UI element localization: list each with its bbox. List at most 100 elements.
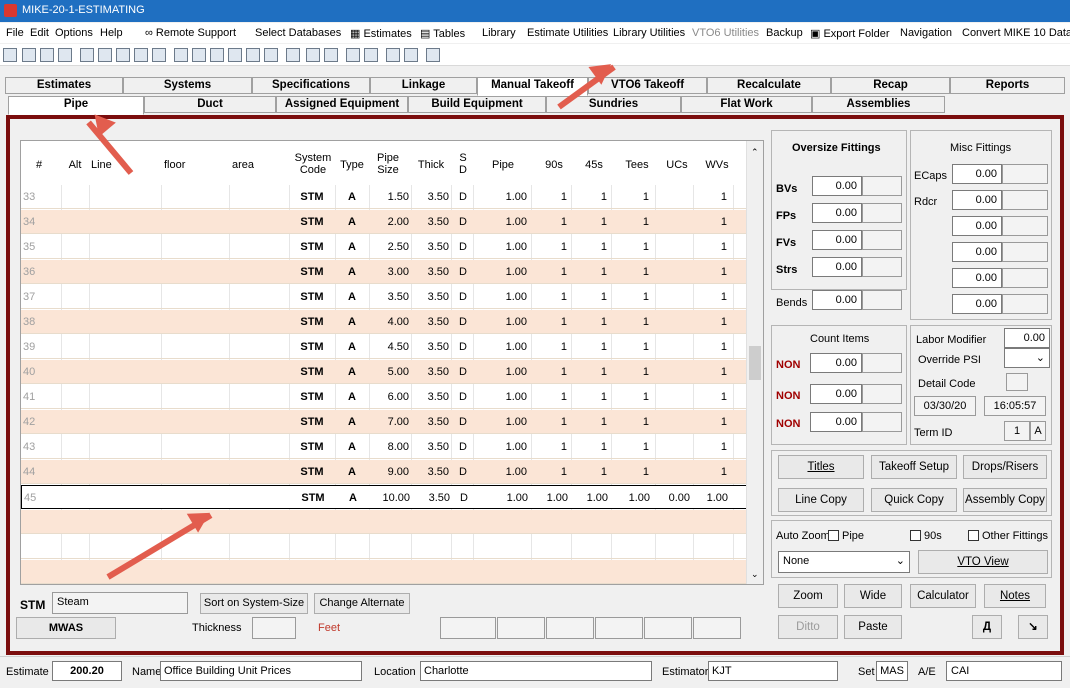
strs-field[interactable]: 0.00 <box>812 257 862 277</box>
table-row[interactable]: 34 STM A 2.00 3.50 D 1.00 1 1 1 1 <box>21 210 747 234</box>
tab-flat-work[interactable]: Flat Work <box>681 96 812 113</box>
table-row[interactable]: 41 STM A 6.00 3.50 D 1.00 1 1 1 1 <box>21 385 747 409</box>
cell-wvs[interactable]: 1 <box>693 360 727 384</box>
menu-convert-mike10[interactable]: Convert MIKE 10 Data <box>962 27 1070 39</box>
fvs-field[interactable]: 0.00 <box>812 230 862 250</box>
table-row[interactable]: 44 STM A 9.00 3.50 D 1.00 1 1 1 1 <box>21 460 747 484</box>
menu-library[interactable]: Library <box>482 27 516 39</box>
menu-export-folder[interactable]: ▣ Export Folder <box>810 27 889 40</box>
cell-sd[interactable]: D <box>455 435 471 459</box>
nav-prev-icon[interactable] <box>98 48 112 62</box>
cell-sys[interactable]: STM <box>289 385 335 409</box>
zoom-icon[interactable] <box>306 48 320 62</box>
cell-type[interactable]: A <box>335 285 369 309</box>
cell-thick[interactable]: 3.50 <box>411 310 449 334</box>
cell-tees[interactable]: 1 <box>611 260 649 284</box>
cell-sys[interactable]: STM <box>289 410 335 434</box>
cell-type[interactable]: A <box>335 210 369 234</box>
menu-options[interactable]: Options <box>55 27 93 39</box>
cell-type[interactable]: A <box>335 260 369 284</box>
cell-wvs[interactable]: 1 <box>693 285 727 309</box>
cell-n90[interactable]: 1 <box>531 285 567 309</box>
cell-sd[interactable]: D <box>455 310 471 334</box>
cell-type[interactable]: A <box>335 310 369 334</box>
cell-tees[interactable]: 1 <box>611 460 649 484</box>
menu-file[interactable]: File <box>6 27 24 39</box>
cell-type[interactable]: A <box>336 486 370 510</box>
bends-field[interactable]: 0.00 <box>812 290 862 310</box>
cell-thick[interactable]: 3.50 <box>411 460 449 484</box>
tab-reports[interactable]: Reports <box>950 77 1065 94</box>
menu-help[interactable]: Help <box>100 27 123 39</box>
set-field[interactable]: MAS <box>876 661 908 681</box>
cell-tees[interactable]: 1 <box>611 410 649 434</box>
cell-n45[interactable]: 1.00 <box>572 486 608 510</box>
cell-thick[interactable]: 3.50 <box>411 410 449 434</box>
cell-n90[interactable]: 1 <box>531 185 567 209</box>
cell-wvs[interactable]: 1 <box>693 310 727 334</box>
misc-field-6[interactable]: 0.00 <box>952 294 1002 314</box>
scroll-down-icon[interactable]: ⌄ <box>751 569 759 580</box>
tab-duct[interactable]: Duct <box>144 96 276 113</box>
cell-thick[interactable]: 3.50 <box>411 260 449 284</box>
menu-navigation[interactable]: Navigation <box>900 27 952 39</box>
zoom-button[interactable]: Zoom <box>778 584 838 608</box>
tab-pipe[interactable]: Pipe <box>8 96 144 115</box>
cell-type[interactable]: A <box>335 410 369 434</box>
titles-button[interactable]: Titles <box>778 455 864 479</box>
cell-ucs[interactable] <box>655 460 689 484</box>
cell-tees[interactable]: 1 <box>611 335 649 359</box>
table-row[interactable]: 42 STM A 7.00 3.50 D 1.00 1 1 1 1 <box>21 410 747 434</box>
cell-size[interactable]: 5.00 <box>369 360 409 384</box>
cell-pipe[interactable]: 1.00 <box>474 486 528 510</box>
cell-n45[interactable]: 1 <box>571 285 607 309</box>
cell-tees[interactable]: 1 <box>611 185 649 209</box>
cell-sd[interactable]: D <box>455 460 471 484</box>
cell-n90[interactable]: 1 <box>531 435 567 459</box>
nav-next-icon[interactable] <box>116 48 130 62</box>
cell-tees[interactable]: 1 <box>611 235 649 259</box>
wide-button[interactable]: Wide <box>844 584 902 608</box>
location-field[interactable]: Charlotte <box>420 661 652 681</box>
cell-size[interactable]: 1.50 <box>369 185 409 209</box>
cell-type[interactable]: A <box>335 435 369 459</box>
cell-sd[interactable]: D <box>455 210 471 234</box>
rdcr-field[interactable]: 0.00 <box>952 190 1002 210</box>
cell-ucs[interactable] <box>655 410 689 434</box>
copy-icon[interactable] <box>364 48 378 62</box>
cell-size[interactable]: 4.00 <box>369 310 409 334</box>
cell-size[interactable]: 6.00 <box>369 385 409 409</box>
cell-sys[interactable]: STM <box>289 210 335 234</box>
cell-size[interactable]: 9.00 <box>369 460 409 484</box>
misc-field-5[interactable]: 0.00 <box>952 268 1002 288</box>
cell-sys[interactable]: STM <box>289 285 335 309</box>
menu-edit[interactable]: Edit <box>30 27 49 39</box>
cell-thick[interactable]: 3.50 <box>411 360 449 384</box>
print-icon[interactable] <box>3 48 17 62</box>
calculator-button[interactable]: Calculator <box>910 584 976 608</box>
grid-scrollbar[interactable]: ⌃ ⌄ <box>746 141 763 584</box>
grid1-icon[interactable] <box>174 48 188 62</box>
cell-ucs[interactable] <box>655 285 689 309</box>
cell-n90[interactable]: 1 <box>531 385 567 409</box>
grid3-icon[interactable] <box>210 48 224 62</box>
assembly-copy-button[interactable]: Assembly Copy <box>963 488 1047 512</box>
cell-type[interactable]: A <box>335 460 369 484</box>
thickness-field[interactable] <box>252 617 296 639</box>
table-row[interactable]: 36 STM A 3.00 3.50 D 1.00 1 1 1 1 <box>21 260 747 284</box>
cell-thick[interactable]: 3.50 <box>411 285 449 309</box>
mwas-button[interactable]: MWAS <box>16 617 116 639</box>
cell-n45[interactable]: 1 <box>571 310 607 334</box>
cell-n45[interactable]: 1 <box>571 385 607 409</box>
cell-wvs[interactable]: 1 <box>693 260 727 284</box>
cell-n45[interactable]: 1 <box>571 185 607 209</box>
cell-n45[interactable]: 1 <box>571 460 607 484</box>
cell-sys[interactable]: STM <box>289 460 335 484</box>
cell-size[interactable]: 3.00 <box>369 260 409 284</box>
cell-ucs[interactable] <box>655 310 689 334</box>
tab-specifications[interactable]: Specifications <box>252 77 370 94</box>
tools-icon[interactable] <box>134 48 148 62</box>
autozoom-90s-checkbox[interactable] <box>910 530 921 541</box>
cell-tees[interactable]: 1 <box>611 435 649 459</box>
cell-ucs[interactable]: 0.00 <box>656 486 690 510</box>
